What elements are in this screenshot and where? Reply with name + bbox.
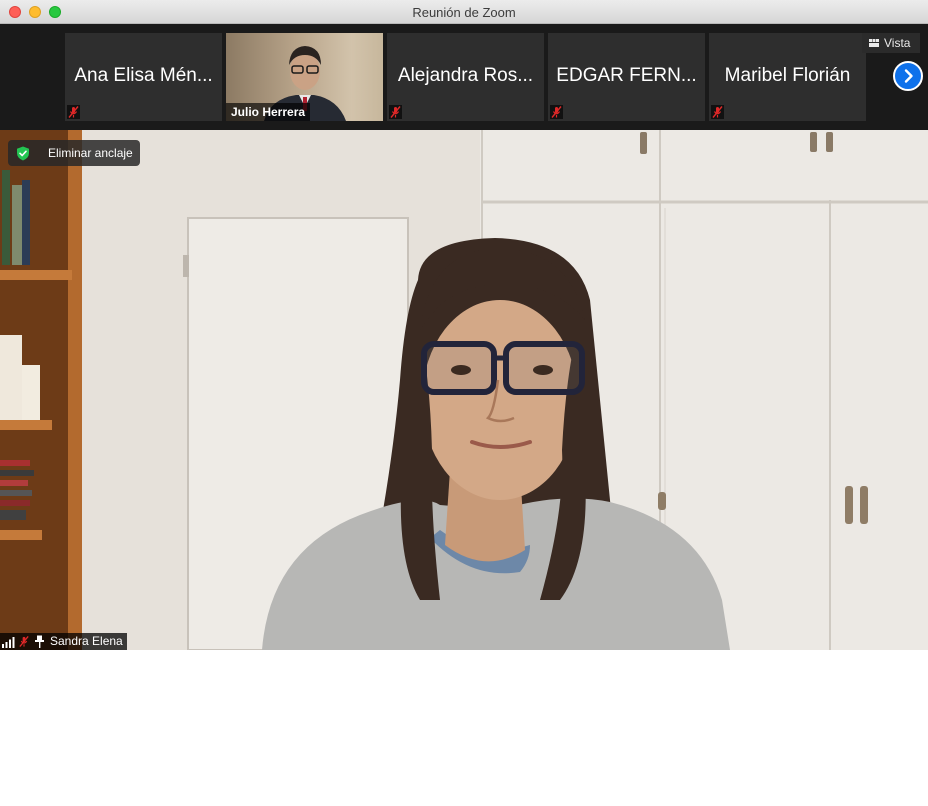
speaker-video-frame [0,130,928,650]
muted-mic-icon [711,105,724,119]
shield-check-icon [17,146,29,161]
window-title: Reunión de Zoom [412,5,516,20]
muted-mic-icon [19,636,29,647]
muted-mic-icon [389,105,402,119]
participant-name: Maribel Florián [724,65,851,86]
next-page-button[interactable] [893,61,923,91]
participant-tile-video[interactable]: Julio Herrera [226,33,383,121]
active-speaker-video: Eliminar anclaje Sandra Elena [0,130,928,650]
view-button-label: Vista [884,36,911,50]
participant-name: Alejandra Ros... [397,65,534,86]
participant-name: Ana Elisa Mén... [74,65,213,86]
muted-mic-icon [550,105,563,119]
participant-tile[interactable]: Alejandra Ros... [387,33,544,121]
signal-bars-icon [2,637,15,648]
speaker-name-tag: Sandra Elena [0,633,127,650]
window-titlebar: Reunión de Zoom [0,0,928,24]
participant-tile[interactable]: EDGAR FERN... [548,33,705,121]
participant-name: EDGAR FERN... [556,65,697,86]
muted-mic-icon [67,105,80,119]
participant-tile[interactable]: Ana Elisa Mén... [65,33,222,121]
pin-icon [35,635,44,648]
participant-strip: Ana Elisa Mén... Julio Herrera Alejandra… [0,24,928,130]
unpin-button[interactable]: Eliminar anclaje [8,140,140,166]
view-button[interactable]: Vista [862,33,920,53]
chevron-right-icon [904,69,913,83]
grid-view-icon [869,39,879,47]
participant-tile[interactable]: Maribel Florián [709,33,866,121]
participant-name: Julio Herrera [226,103,311,121]
